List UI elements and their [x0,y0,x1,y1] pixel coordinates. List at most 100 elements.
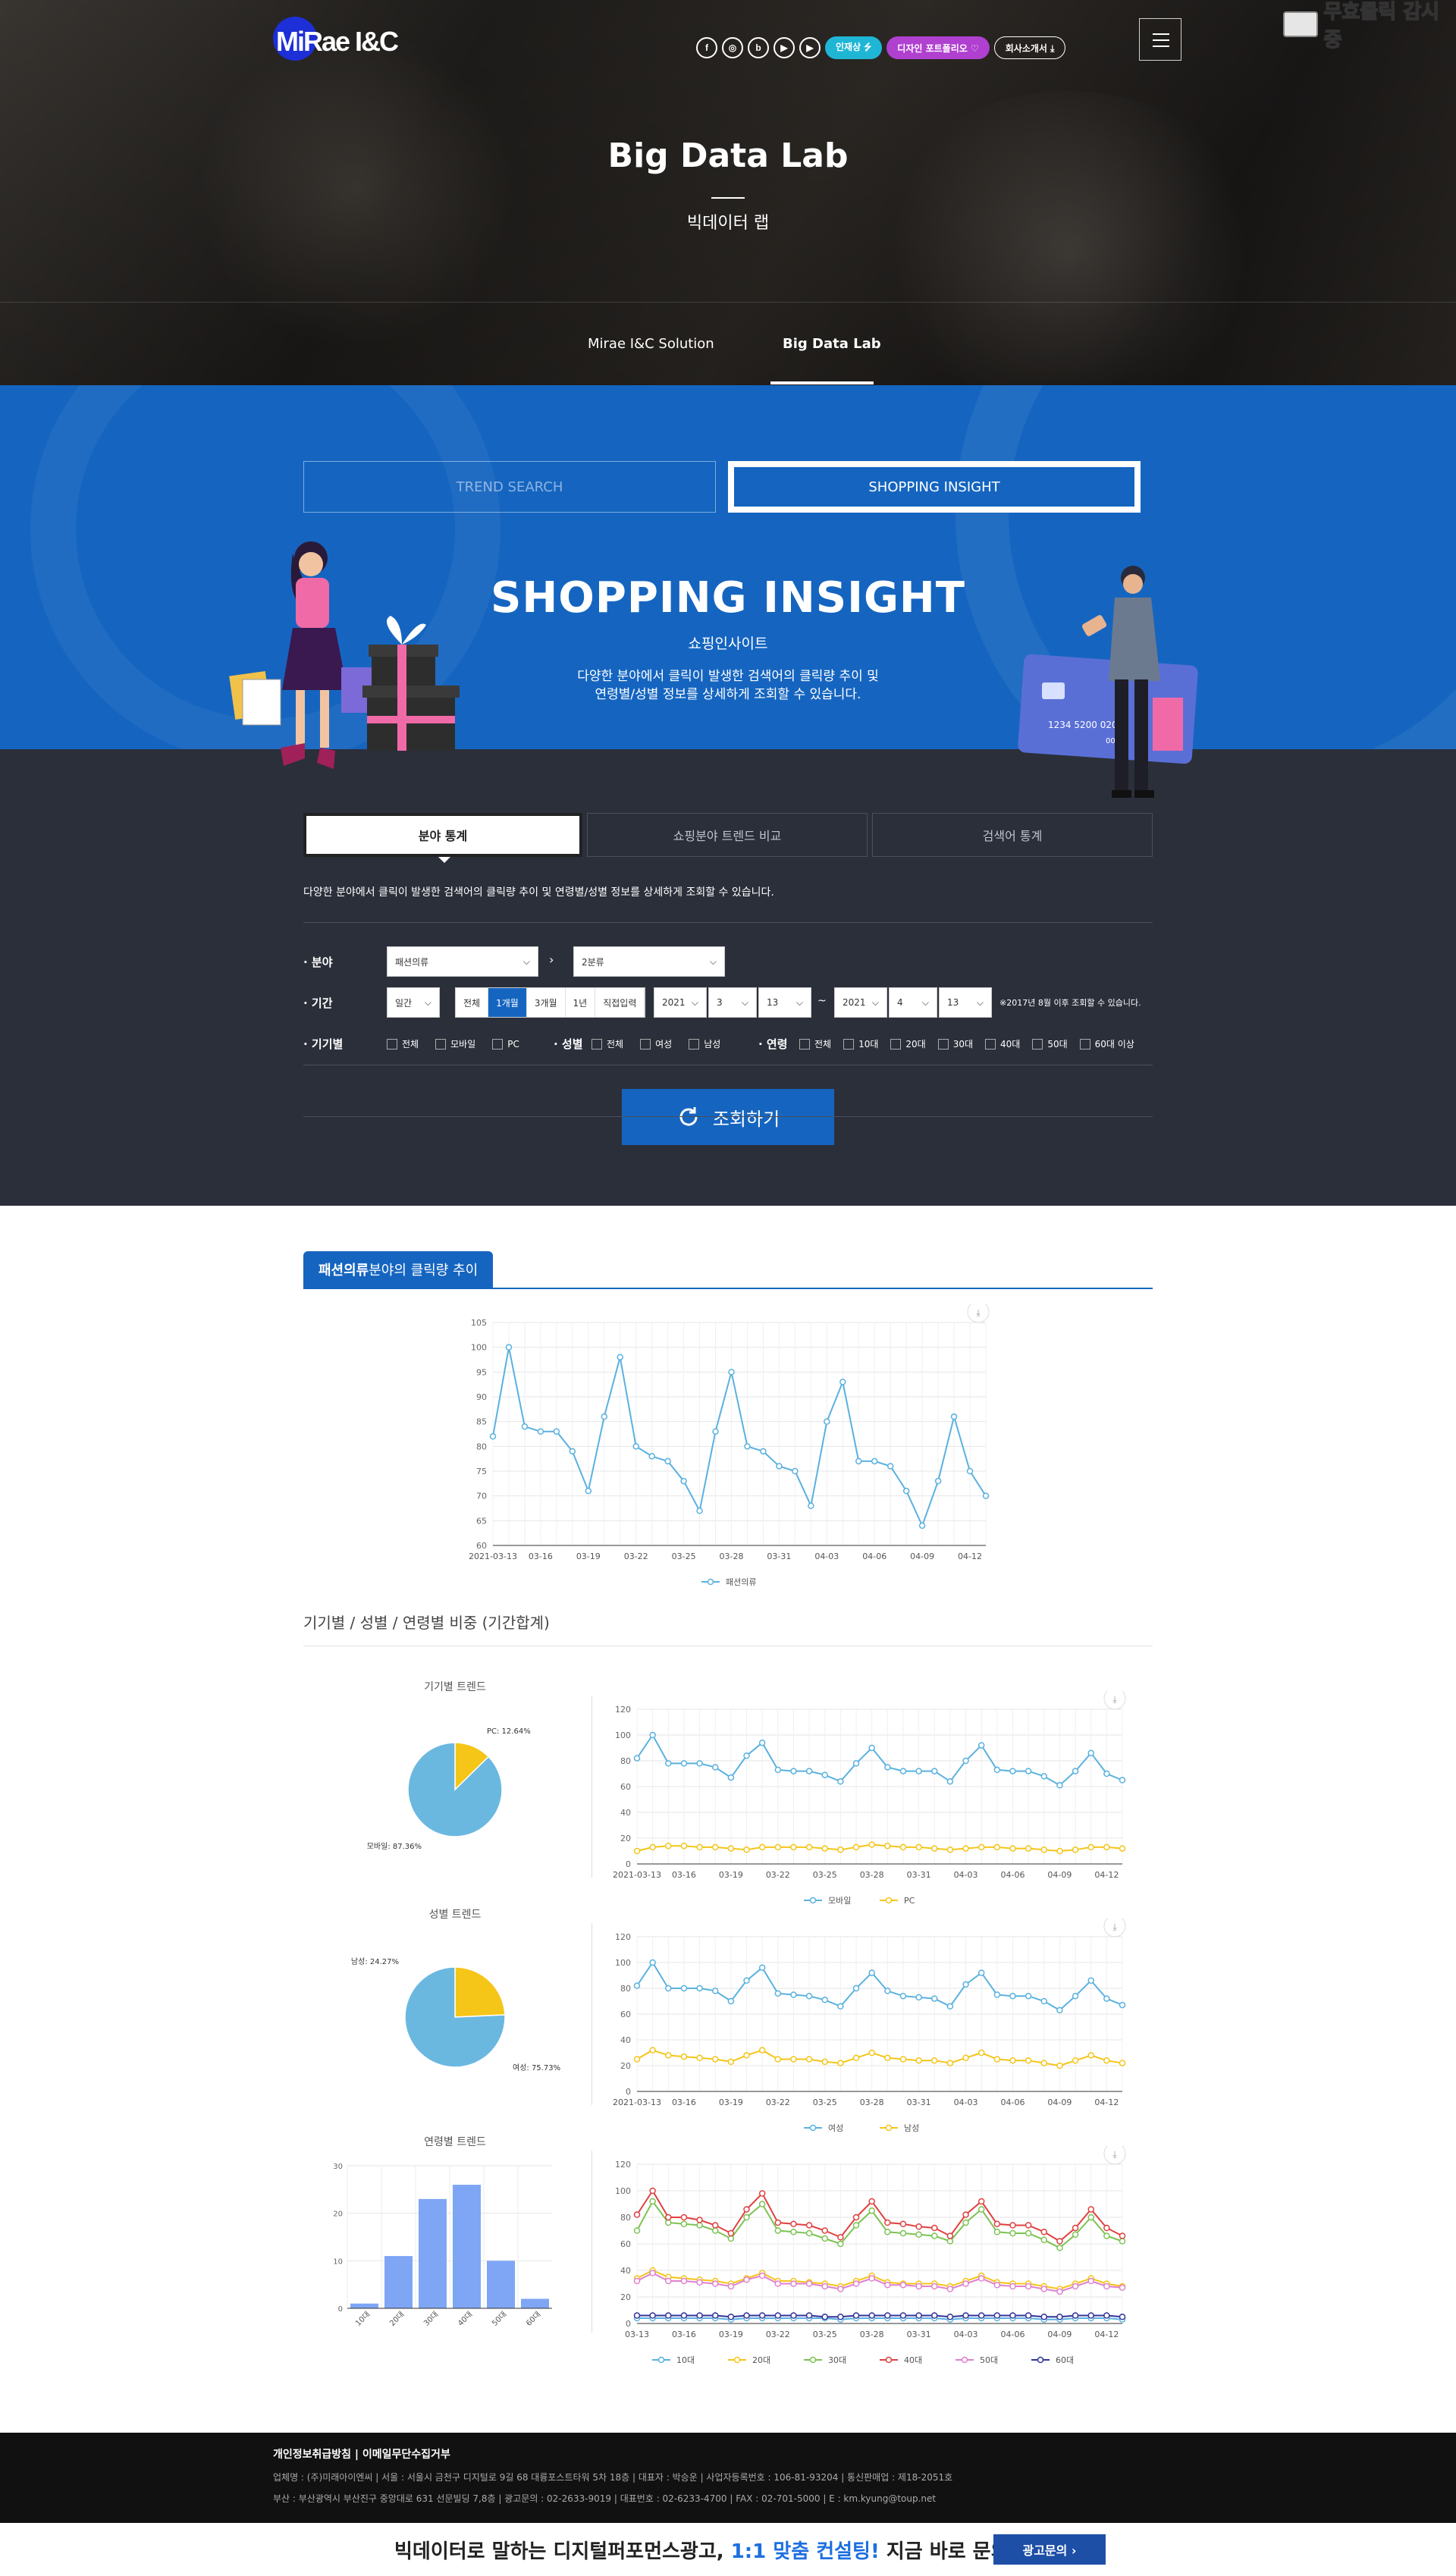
field-select-1[interactable]: 패션의류 ⌵ [387,946,538,977]
tab-field-stats[interactable]: 분야 통계 [303,813,582,857]
x-tick-label: 04-06 [1000,2330,1025,2339]
data-point [758,2272,766,2279]
period-custom[interactable]: 직접입력 [595,988,645,1017]
data-point [931,1995,938,2002]
range-tilde: ~ [817,995,827,1007]
period-all[interactable]: 전체 [456,988,489,1017]
data-point [790,1843,797,1851]
blog-icon[interactable]: b [748,37,769,58]
legend-label: 여성 [828,2123,843,2133]
svg-text:1234 5200 0201: 1234 5200 0201 [1048,720,1123,730]
age-40s-checkbox[interactable]: 40대 [985,1037,1020,1050]
from-day-select[interactable]: 13 ⌵ [758,987,811,1018]
data-point [1087,2277,1094,2285]
data-point [649,2270,656,2276]
from-year-select[interactable]: 2021 ⌵ [654,987,707,1018]
play-icon[interactable]: ▶ [774,37,795,58]
subnav-solution[interactable]: Mirae I&C Solution [588,336,714,352]
tab-shopping-insight[interactable]: SHOPPING INSIGHT [728,461,1141,513]
age-10s-checkbox[interactable]: 10대 [843,1037,878,1050]
company-intro-button[interactable]: 회사소개서 ⤓ [993,36,1066,59]
data-point [915,2057,922,2064]
data-point [884,2312,891,2319]
ad-inquiry-button[interactable]: 광고문의 › [993,2534,1106,2565]
gender-all-checkbox[interactable]: 전체 [592,1037,623,1050]
hamburger-menu-button[interactable] [1139,18,1181,61]
data-point [821,2058,828,2066]
filter-description: 다양한 분야에서 클릭이 발생한 검색어의 클릭량 추이 및 연령별/성별 정보… [303,886,774,899]
gender-line-chart: 0 20 40 60 80 100 120 2021-03-13 03-16 03-19 03-22… [613,1919,1126,2133]
x-tick-label: 03-28 [720,1552,744,1561]
device-label: · 기기별 [303,1037,344,1051]
facebook-icon[interactable]: f [696,37,717,58]
data-point [774,2227,782,2234]
data-point [1119,2060,1126,2066]
device-pc-checkbox[interactable]: PC [492,1037,519,1050]
youtube-icon[interactable]: ▶ [799,37,821,58]
x-tick-label: 04-06 [862,1552,886,1561]
to-year-select[interactable]: 2021 ⌵ [834,987,887,1018]
y-tick-label: 60 [476,1541,487,1551]
period-3-months[interactable]: 3개월 [527,988,566,1017]
y-tick-label: 60 [620,1782,631,1792]
y-tick-label: 120 [615,1705,631,1715]
age-50s-checkbox[interactable]: 50대 [1032,1037,1068,1050]
subnav-bigdata[interactable]: Big Data Lab [783,336,881,352]
from-month-select[interactable]: 3 ⌵ [708,987,757,1018]
data-point [915,1843,922,1851]
data-point [792,1467,799,1475]
age-20s-checkbox[interactable]: 20대 [890,1037,926,1050]
y-tick-label: 20 [333,2210,343,2219]
data-point [633,2056,641,2063]
period-unit-select[interactable]: 일간 ⌵ [387,987,440,1018]
data-point [946,2060,954,2066]
device-mobile-checkbox[interactable]: 모바일 [435,1037,475,1050]
device-all-checkbox[interactable]: 전체 [387,1037,419,1050]
to-day-select[interactable]: 13 ⌵ [939,987,992,1018]
bar [453,2185,481,2308]
tab-trend-compare[interactable]: 쇼핑분야 트렌드 비교 [587,813,868,857]
footer-links[interactable]: 개인정보취급방침 | 이메일무단수집거부 [273,2446,450,2461]
portfolio-button[interactable]: 디자인 포트폴리오 ♡ [886,36,990,59]
period-1-month[interactable]: 1개월 [488,988,527,1017]
pie-label: PC: 12.64% [487,1727,531,1736]
tab-trend-search[interactable]: TREND SEARCH [303,461,716,513]
data-point [1072,1846,1079,1853]
data-point [884,1988,891,1994]
tab-keyword-stats[interactable]: 검색어 통계 [872,813,1153,857]
series-line [637,2314,1123,2318]
gender-male-checkbox[interactable]: 남성 [689,1037,720,1050]
series-line [636,1961,1123,2012]
pie-label: 여성: 75.73% [513,2063,560,2072]
gender-female-checkbox[interactable]: 여성 [640,1037,672,1050]
period-1-year[interactable]: 1년 [566,988,596,1017]
data-point [884,2229,891,2236]
data-point [1103,1995,1110,2002]
data-point [743,1752,750,1759]
y-tick-label: 0 [338,2305,343,2314]
data-point [711,1988,719,1994]
data-point [962,2280,969,2287]
age-all-checkbox[interactable]: 전체 [799,1037,831,1050]
x-tick-label: 04-12 [958,1552,982,1561]
data-point [727,1845,735,1852]
data-point [868,2198,875,2205]
age-60plus-checkbox[interactable]: 60대 이상 [1079,1037,1134,1050]
to-month-select[interactable]: 4 ⌵ [889,987,937,1018]
data-point [665,2312,672,2319]
shopper-woman-illustration [229,541,460,769]
data-point [837,2240,844,2248]
company-logo[interactable]: MiRae I&C [273,14,402,61]
page-subtitle: 빅데이터 랩 [686,214,770,233]
legend-label: PC [904,1896,915,1906]
field-select-2[interactable]: 2분류 ⌵ [573,946,725,977]
talent-button[interactable]: 인재상 ⭍ [825,36,883,59]
search-button[interactable]: 조회하기 [622,1089,834,1145]
data-point [743,1846,750,1853]
data-point [962,1757,969,1765]
legend-marker [809,2356,817,2364]
age-30s-checkbox[interactable]: 30대 [937,1037,973,1050]
gender-trend-title: 성별 트렌드 [428,1909,482,1921]
social-links: f ◎ b ▶ ▶ 인재상 ⭍ 디자인 포트폴리오 ♡ 회사소개서 ⤓ [696,36,1066,59]
instagram-icon[interactable]: ◎ [722,37,743,58]
